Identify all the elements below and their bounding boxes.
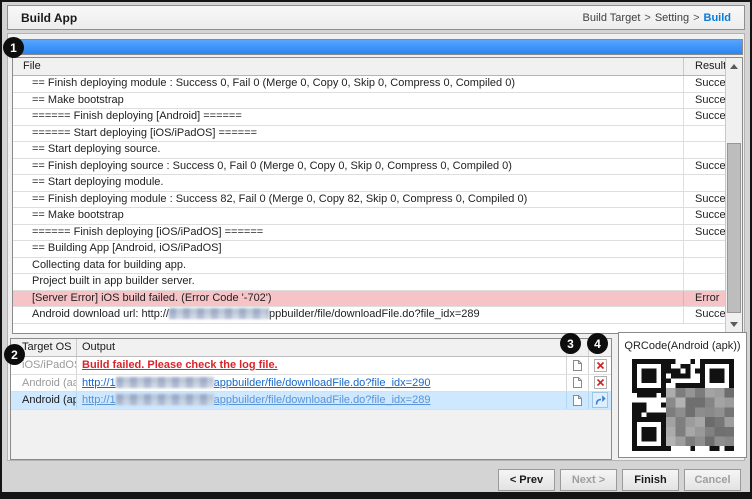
next-button: Next > <box>560 469 617 491</box>
build-progress-bar <box>12 39 743 55</box>
title-bar: Build App Build Target > Setting > Build <box>7 5 745 30</box>
output-row-ios[interactable]: iOS/iPadOS Build failed. Please check th… <box>11 357 611 375</box>
open-arrow-icon <box>595 395 606 406</box>
scroll-down-button[interactable] <box>726 316 742 333</box>
log-file-cell: == Finish deploying module : Success 82,… <box>13 192 684 208</box>
progress-fill <box>13 40 742 54</box>
redacted-url-segment <box>116 377 214 388</box>
scrollbar[interactable] <box>725 58 742 333</box>
breadcrumb-step-build-active: Build <box>704 12 732 24</box>
log-row[interactable]: == Finish deploying module : Success 0, … <box>13 76 742 93</box>
log-row[interactable]: == Start deploying module. <box>13 175 742 192</box>
output-cell: http://1appbuilder/file/downloadFile.do?… <box>77 392 567 409</box>
scroll-up-button[interactable] <box>726 58 742 75</box>
scrollbar-thumb[interactable] <box>727 143 741 313</box>
log-row[interactable]: == Make bootstrap Success <box>13 93 742 110</box>
output-cell: Build failed. Please check the log file. <box>77 357 567 374</box>
output-row-android-apk-selected[interactable]: Android (apk) http://1appbuilder/file/do… <box>11 392 611 410</box>
cancel-button: Cancel <box>684 469 741 491</box>
breadcrumb-step-build-target: Build Target <box>582 12 640 24</box>
log-file-cell: Android download url: http://ppbuilder/f… <box>13 307 684 323</box>
output-cell: http://1appbuilder/file/downloadFile.do?… <box>77 375 567 392</box>
arrow-up-icon <box>730 64 738 69</box>
log-file-cell: [Server Error] iOS build failed. (Error … <box>13 291 684 307</box>
copy-icon <box>572 376 583 389</box>
log-row-download-url[interactable]: Android download url: http://ppbuilder/f… <box>13 307 742 324</box>
annotation-badge-3: 3 <box>560 333 581 354</box>
log-file-cell: == Start deploying module. <box>13 175 684 191</box>
breadcrumb-separator: > <box>693 12 699 24</box>
qr-code-wrap <box>619 359 746 456</box>
annotation-badge-4: 4 <box>587 333 608 354</box>
download-link[interactable]: http://1appbuilder/file/downloadFile.do?… <box>82 377 430 389</box>
copy-icon <box>572 394 583 407</box>
copy-icon <box>572 359 583 372</box>
log-row[interactable]: == Building App [Android, iOS/iPadOS] <box>13 241 742 258</box>
wizard-button-row: < Prev Next > Finish Cancel <box>498 469 741 491</box>
breadcrumb-separator: > <box>644 12 650 24</box>
qr-label: QRCode(Android (apk)) <box>619 340 746 352</box>
qr-code-image <box>632 359 734 451</box>
delete-x-icon <box>594 376 607 389</box>
log-row[interactable]: == Make bootstrap Success <box>13 208 742 225</box>
log-row[interactable]: ====== Start deploying [iOS/iPadOS] ====… <box>13 126 742 143</box>
log-row[interactable]: == Finish deploying source : Success 0, … <box>13 159 742 176</box>
log-file-cell: Project built in app builder server. <box>13 274 684 290</box>
log-file-cell: Collecting data for building app. <box>13 258 684 274</box>
log-file-cell: == Make bootstrap <box>13 93 684 109</box>
qr-panel: QRCode(Android (apk)) <box>618 332 747 458</box>
log-row[interactable]: ====== Finish deploying [Android] ======… <box>13 109 742 126</box>
breadcrumb-step-setting: Setting <box>655 12 689 24</box>
redacted-url-segment <box>116 394 214 405</box>
build-app-dialog: Build App Build Target > Setting > Build Fil… <box>0 0 752 499</box>
log-file-cell: == Finish deploying module : Success 0, … <box>13 76 684 92</box>
log-table-header: File Result <box>13 58 742 76</box>
dialog-title: Build App <box>21 11 77 25</box>
log-row[interactable]: == Finish deploying module : Success 82,… <box>13 192 742 209</box>
log-row-error[interactable]: [Server Error] iOS build failed. (Error … <box>13 291 742 308</box>
delete-output-button[interactable] <box>592 357 608 373</box>
log-file-cell: == Make bootstrap <box>13 208 684 224</box>
log-row[interactable]: Project built in app builder server. <box>13 274 742 291</box>
build-failed-message: Build failed. Please check the log file. <box>82 359 278 371</box>
log-row[interactable]: == Start deploying source. <box>13 142 742 159</box>
copy-url-button[interactable] <box>570 357 586 373</box>
annotation-badge-2: 2 <box>4 344 25 365</box>
copy-url-button[interactable] <box>570 392 586 408</box>
prev-button[interactable]: < Prev <box>498 469 555 491</box>
log-file-cell: ====== Start deploying [iOS/iPadOS] ====… <box>13 126 684 142</box>
arrow-down-icon <box>730 322 738 327</box>
open-url-button[interactable] <box>592 392 608 408</box>
log-file-cell: == Finish deploying source : Success 0, … <box>13 159 684 175</box>
redacted-url-segment <box>169 308 269 319</box>
output-row-android-aab[interactable]: Android (aab) http://1appbuilder/file/do… <box>11 375 611 393</box>
breadcrumb: Build Target > Setting > Build <box>582 12 731 24</box>
log-file-cell: ====== Finish deploying [iOS/iPadOS] ===… <box>13 225 684 241</box>
output-panel: Target OS Output iOS/iPadOS Build failed… <box>10 338 612 460</box>
log-row[interactable]: Collecting data for building app. <box>13 258 742 275</box>
build-log-table: File Result == Finish deploying module :… <box>12 57 743 334</box>
finish-button[interactable]: Finish <box>622 469 679 491</box>
target-os-cell: Android (apk) <box>11 392 77 409</box>
output-table-header: Target OS Output <box>11 339 611 357</box>
log-file-cell: ====== Finish deploying [Android] ====== <box>13 109 684 125</box>
log-file-cell: == Start deploying source. <box>13 142 684 158</box>
delete-x-icon <box>594 359 607 372</box>
download-link[interactable]: http://1appbuilder/file/downloadFile.do?… <box>82 394 430 406</box>
target-os-cell: Android (aab) <box>11 375 77 392</box>
delete-output-button[interactable] <box>592 375 608 391</box>
log-file-cell: == Building App [Android, iOS/iPadOS] <box>13 241 684 257</box>
log-row[interactable]: ====== Finish deploying [iOS/iPadOS] ===… <box>13 225 742 242</box>
column-header-output: Output <box>77 339 567 356</box>
annotation-badge-1: 1 <box>3 37 24 58</box>
copy-url-button[interactable] <box>570 375 586 391</box>
column-header-file: File <box>13 58 684 75</box>
